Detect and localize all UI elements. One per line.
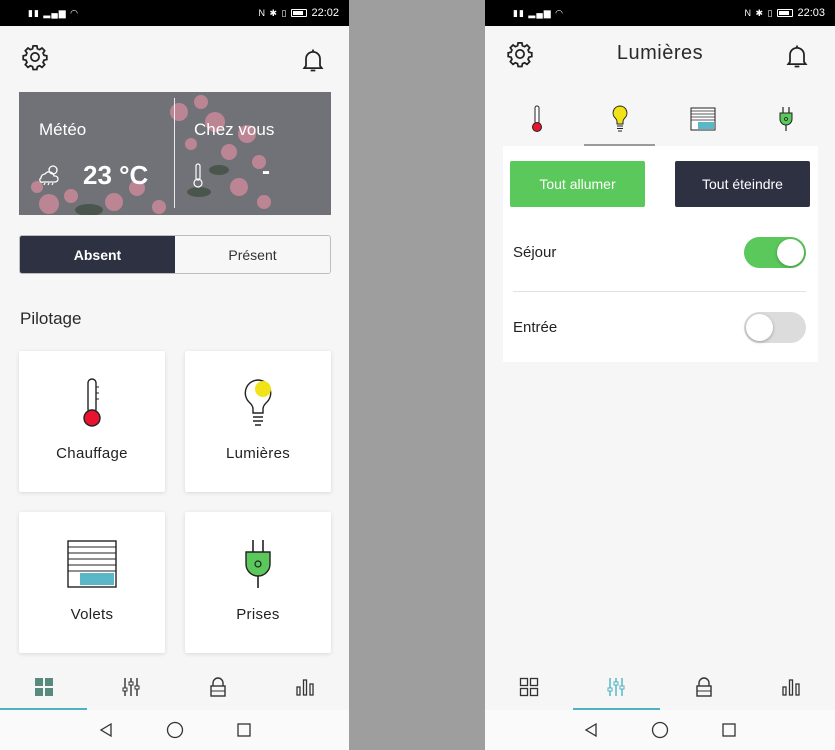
phone-screen-home: ▮▮ ▂▄▆ ◠ N ✱ ▯ 22:02 Météo Chez vous 23 …: [0, 0, 349, 750]
plug-icon: [241, 536, 275, 592]
room-label: Entrée: [513, 318, 558, 336]
shutter-icon: [690, 107, 715, 131]
nav-security[interactable]: [175, 664, 262, 710]
status-right: N ✱ ▯ 22:02: [258, 7, 339, 19]
status-bar: ▮▮ ▂▄▆ ◠ N ✱ ▯ 22:03: [485, 0, 835, 26]
tab-heating[interactable]: [495, 92, 578, 146]
tab-shutters[interactable]: [661, 92, 744, 146]
recents-icon[interactable]: [236, 722, 252, 738]
mode-present-button[interactable]: Présent: [175, 236, 330, 273]
lights-panel: Tout allumer Tout éteindre Séjour Entrée: [503, 146, 818, 362]
status-time: 22:03: [797, 7, 825, 19]
mode-absent-button[interactable]: Absent: [20, 236, 175, 273]
tile-label: Lumières: [225, 445, 291, 462]
all-off-button[interactable]: Tout éteindre: [675, 161, 810, 207]
tile-lumieres[interactable]: Lumières: [185, 351, 331, 492]
status-bar: ▮▮ ▂▄▆ ◠ N ✱ ▯ 22:02: [0, 0, 349, 26]
network-icons: ▮▮ ▂▄▆ ◠: [513, 7, 564, 18]
shutter-icon: [66, 536, 118, 592]
toggle-knob: [777, 238, 804, 266]
home-icon[interactable]: [651, 721, 669, 739]
thermometer-icon: [193, 163, 203, 188]
phone-screen-lights: ▮▮ ▂▄▆ ◠ N ✱ ▯ 22:03 Lumières Tout allum…: [485, 0, 835, 750]
section-title-pilotage: Pilotage: [20, 309, 82, 328]
status-left-icons: ▮▮ ▂▄▆ ◠: [28, 8, 79, 19]
settings-gear-icon[interactable]: [21, 43, 49, 71]
nav-security[interactable]: [660, 664, 748, 710]
battery-icon: [777, 9, 794, 17]
status-right: N ✱ ▯ 22:03: [744, 7, 825, 19]
flower-background-image: [19, 92, 331, 215]
lightbulb-icon: [612, 105, 627, 132]
bar-chart-icon: [782, 679, 800, 696]
system-navigation-bar: [0, 710, 349, 750]
weather-temperature: 23 °C: [83, 160, 149, 190]
toggle-knob: [746, 313, 773, 341]
bottom-navigation: [0, 664, 349, 710]
home-temperature: -: [262, 158, 270, 185]
tile-prises[interactable]: Prises: [185, 512, 331, 653]
lock-icon: [696, 677, 712, 697]
network-icons: ▮▮ ▂▄▆ ◠: [28, 7, 79, 18]
system-icons: N ✱ ▯: [258, 7, 288, 18]
cloud-sun-rain-icon: [39, 165, 59, 186]
nav-dashboard[interactable]: [0, 664, 88, 710]
sliders-icon: [122, 678, 140, 696]
tile-label: Prises: [236, 606, 280, 623]
presence-mode-toggle[interactable]: Absent Présent: [19, 235, 331, 274]
lightbulb-icon: [241, 375, 275, 431]
tile-chauffage[interactable]: Chauffage: [19, 351, 165, 492]
weather-title: Météo: [39, 120, 87, 139]
category-tabs: [495, 92, 827, 146]
nav-statistics[interactable]: [748, 664, 835, 710]
system-navigation-bar: [485, 710, 835, 750]
nav-statistics[interactable]: [262, 664, 349, 710]
bar-chart-icon: [296, 679, 315, 696]
sliders-icon: [607, 678, 625, 696]
tile-label: Volets: [70, 606, 114, 623]
room-row-entree: Entrée: [513, 299, 806, 355]
room-toggle-sejour[interactable]: [744, 236, 806, 268]
weather-divider: [174, 98, 175, 208]
home-icon[interactable]: [166, 721, 184, 739]
tile-volets[interactable]: Volets: [19, 512, 165, 653]
dashboard-icon: [519, 677, 538, 697]
nav-dashboard[interactable]: [485, 664, 573, 710]
room-label: Séjour: [513, 243, 557, 261]
all-on-button[interactable]: Tout allumer: [510, 161, 645, 207]
lock-icon: [210, 677, 226, 697]
recents-icon[interactable]: [721, 722, 737, 738]
nav-controls[interactable]: [87, 664, 174, 710]
notifications-bell-icon[interactable]: [783, 42, 811, 70]
system-icons: N ✱ ▯: [744, 7, 774, 18]
notifications-bell-icon[interactable]: [299, 46, 327, 74]
nav-controls[interactable]: [572, 664, 661, 710]
room-divider: [513, 291, 806, 292]
thermometer-icon: [77, 375, 107, 431]
weather-card[interactable]: Météo Chez vous 23 °C -: [19, 92, 331, 215]
tab-lights[interactable]: [578, 92, 661, 146]
back-icon[interactable]: [98, 722, 114, 738]
tab-plugs[interactable]: [744, 92, 827, 146]
status-left-icons: ▮▮ ▂▄▆ ◠: [513, 8, 564, 19]
room-row-sejour: Séjour: [513, 224, 806, 280]
status-time: 22:02: [311, 7, 339, 19]
dashboard-icon: [34, 678, 53, 696]
thermometer-icon: [531, 105, 542, 132]
bottom-navigation: [485, 664, 835, 710]
room-toggle-entree[interactable]: [744, 311, 806, 343]
battery-icon: [291, 9, 308, 17]
home-title: Chez vous: [194, 120, 275, 139]
tile-label: Chauffage: [56, 445, 128, 462]
plug-icon: [779, 107, 792, 131]
back-icon[interactable]: [583, 722, 599, 738]
